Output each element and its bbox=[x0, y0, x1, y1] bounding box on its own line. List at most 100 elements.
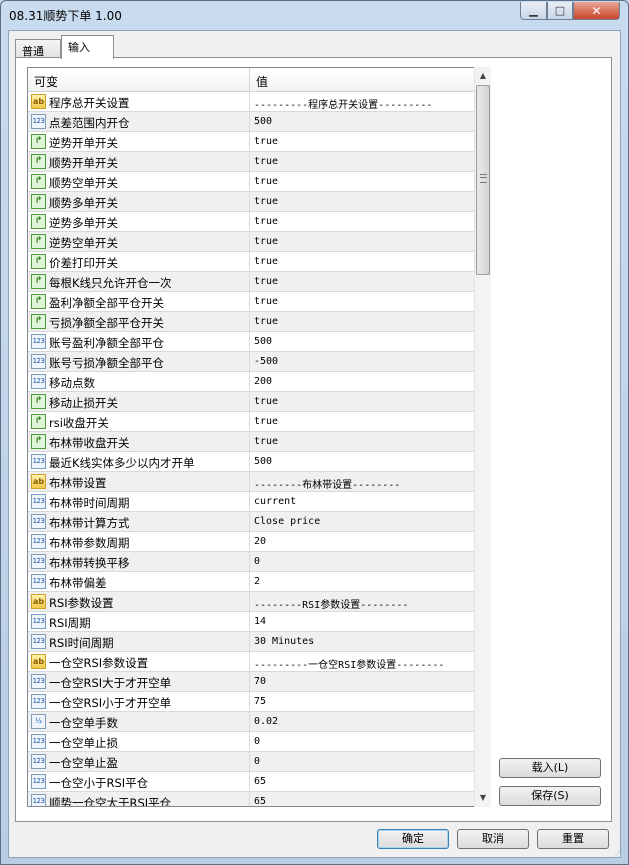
input-value[interactable]: 500 bbox=[254, 336, 272, 347]
input-row[interactable]: ↱ 亏损净额全部平仓开关 true bbox=[28, 312, 474, 332]
input-row[interactable]: ↱ 顺势开单开关 true bbox=[28, 152, 474, 172]
input-value[interactable]: true bbox=[254, 216, 278, 227]
input-value[interactable]: -500 bbox=[254, 356, 278, 367]
tab-general[interactable]: 普通 bbox=[15, 39, 61, 58]
input-row[interactable]: 123 布林带转换平移 0 bbox=[28, 552, 474, 572]
input-value[interactable]: ---------一仓空RSI参数设置-------- bbox=[254, 656, 444, 671]
input-row[interactable]: ↱ 布林带收盘开关 true bbox=[28, 432, 474, 452]
input-row[interactable]: ab 程序总开关设置 ---------程序总开关设置--------- bbox=[28, 92, 474, 112]
ok-button[interactable]: 确定 bbox=[377, 829, 449, 849]
input-row[interactable]: 123 一仓空RSI大于才开空单 70 bbox=[28, 672, 474, 692]
input-row[interactable]: 123 账号盈利净额全部平仓 500 bbox=[28, 332, 474, 352]
input-row[interactable]: 123 最近K线实体多少以内才开单 500 bbox=[28, 452, 474, 472]
input-row[interactable]: ↱ 顺势空单开关 true bbox=[28, 172, 474, 192]
column-divider bbox=[249, 152, 250, 171]
close-icon[interactable]: ✕ bbox=[573, 2, 620, 20]
input-value[interactable]: 30 Minutes bbox=[254, 636, 314, 647]
input-row[interactable]: ↱ 顺势多单开关 true bbox=[28, 192, 474, 212]
input-value[interactable]: --------RSI参数设置-------- bbox=[254, 596, 408, 611]
input-row[interactable]: ↱ 每根K线只允许开仓一次 true bbox=[28, 272, 474, 292]
tab-inputs[interactable]: 输入 bbox=[61, 35, 114, 59]
input-value[interactable]: true bbox=[254, 276, 278, 287]
input-value[interactable]: 2 bbox=[254, 576, 260, 587]
boolean-type-icon: ↱ bbox=[31, 234, 46, 249]
input-value[interactable]: true bbox=[254, 256, 278, 267]
title-bar[interactable]: 08.31顺势下单 1.00 ▁ □ ✕ bbox=[1, 1, 628, 29]
column-divider bbox=[249, 672, 250, 691]
input-value[interactable]: 500 bbox=[254, 456, 272, 467]
input-value[interactable]: Close price bbox=[254, 516, 320, 527]
column-divider bbox=[249, 712, 250, 731]
input-value[interactable]: 14 bbox=[254, 616, 266, 627]
maximize-icon[interactable]: □ bbox=[547, 2, 573, 20]
input-value[interactable]: true bbox=[254, 156, 278, 167]
vertical-scrollbar[interactable]: ▲ ▼ bbox=[474, 67, 491, 807]
input-row[interactable]: ↱ 逆势多单开关 true bbox=[28, 212, 474, 232]
input-value[interactable]: ---------程序总开关设置--------- bbox=[254, 96, 432, 111]
load-button[interactable]: 载入(L) bbox=[499, 758, 601, 778]
input-value[interactable]: 500 bbox=[254, 116, 272, 127]
input-value[interactable]: 65 bbox=[254, 796, 266, 806]
input-value[interactable]: true bbox=[254, 396, 278, 407]
input-row[interactable]: ↱ 逆势开单开关 true bbox=[28, 132, 474, 152]
scroll-down-icon[interactable]: ▼ bbox=[475, 789, 491, 806]
input-value[interactable]: true bbox=[254, 296, 278, 307]
input-value[interactable]: 0 bbox=[254, 556, 260, 567]
input-row[interactable]: 123 布林带参数周期 20 bbox=[28, 532, 474, 552]
input-value[interactable]: 0.02 bbox=[254, 716, 278, 727]
input-value[interactable]: 200 bbox=[254, 376, 272, 387]
input-row[interactable]: 123 顺势一仓空大于RSI平仓 65 bbox=[28, 792, 474, 806]
input-value[interactable]: true bbox=[254, 416, 278, 427]
input-row[interactable]: 123 一仓空单止盈 0 bbox=[28, 752, 474, 772]
input-row[interactable]: 123 一仓空小于RSI平仓 65 bbox=[28, 772, 474, 792]
input-row[interactable]: 123 账号亏损净额全部平仓 -500 bbox=[28, 352, 474, 372]
input-row[interactable]: 123 布林带计算方式 Close price bbox=[28, 512, 474, 532]
input-row[interactable]: 123 一仓空RSI小于才开空单 75 bbox=[28, 692, 474, 712]
input-row[interactable]: ↱ 逆势空单开关 true bbox=[28, 232, 474, 252]
input-value[interactable]: true bbox=[254, 316, 278, 327]
column-divider bbox=[249, 512, 250, 531]
input-row[interactable]: 123 RSI周期 14 bbox=[28, 612, 474, 632]
cancel-button[interactable]: 取消 bbox=[457, 829, 529, 849]
input-value[interactable]: true bbox=[254, 196, 278, 207]
input-name: rsi收盘开关 bbox=[49, 416, 109, 430]
input-row[interactable]: ab 布林带设置 --------布林带设置-------- bbox=[28, 472, 474, 492]
save-button[interactable]: 保存(S) bbox=[499, 786, 601, 806]
input-value[interactable]: true bbox=[254, 436, 278, 447]
input-value[interactable]: 0 bbox=[254, 756, 260, 767]
scroll-up-icon[interactable]: ▲ bbox=[475, 67, 491, 84]
input-value[interactable]: 65 bbox=[254, 776, 266, 787]
input-row[interactable]: ab 一仓空RSI参数设置 ---------一仓空RSI参数设置-------- bbox=[28, 652, 474, 672]
header-value[interactable]: 值 bbox=[256, 73, 268, 90]
input-value[interactable]: true bbox=[254, 176, 278, 187]
input-value[interactable]: true bbox=[254, 236, 278, 247]
input-row[interactable]: 123 RSI时间周期 30 Minutes bbox=[28, 632, 474, 652]
input-value[interactable]: --------布林带设置-------- bbox=[254, 476, 400, 491]
input-value[interactable]: current bbox=[254, 496, 296, 507]
header-variable[interactable]: 可变 bbox=[34, 73, 58, 90]
input-row[interactable]: ↱ 价差打印开关 true bbox=[28, 252, 474, 272]
minimize-icon[interactable]: ▁ bbox=[520, 2, 547, 20]
input-row[interactable]: 123 布林带时间周期 current bbox=[28, 492, 474, 512]
input-value[interactable]: true bbox=[254, 136, 278, 147]
input-row[interactable]: 123 一仓空单止损 0 bbox=[28, 732, 474, 752]
input-row[interactable]: 123 布林带偏差 2 bbox=[28, 572, 474, 592]
header-divider[interactable] bbox=[249, 68, 250, 91]
input-row[interactable]: 123 移动点数 200 bbox=[28, 372, 474, 392]
input-row[interactable]: ↱ 移动止损开关 true bbox=[28, 392, 474, 412]
input-row[interactable]: ab RSI参数设置 --------RSI参数设置-------- bbox=[28, 592, 474, 612]
input-name: 逆势开单开关 bbox=[49, 136, 118, 150]
input-name: 移动点数 bbox=[49, 376, 95, 390]
input-value[interactable]: 0 bbox=[254, 736, 260, 747]
input-row[interactable]: ↱ 盈利净额全部平仓开关 true bbox=[28, 292, 474, 312]
resize-grip-icon[interactable]: ⋰ bbox=[612, 850, 622, 860]
input-row[interactable]: 123 点差范围内开仓 500 bbox=[28, 112, 474, 132]
input-row[interactable]: ½ 一仓空单手数 0.02 bbox=[28, 712, 474, 732]
input-value[interactable]: 70 bbox=[254, 676, 266, 687]
input-value[interactable]: 75 bbox=[254, 696, 266, 707]
input-name: 账号盈利净额全部平仓 bbox=[49, 336, 164, 350]
input-value[interactable]: 20 bbox=[254, 536, 266, 547]
input-row[interactable]: ↱ rsi收盘开关 true bbox=[28, 412, 474, 432]
reset-button[interactable]: 重置 bbox=[537, 829, 609, 849]
scroll-thumb[interactable] bbox=[476, 85, 490, 275]
